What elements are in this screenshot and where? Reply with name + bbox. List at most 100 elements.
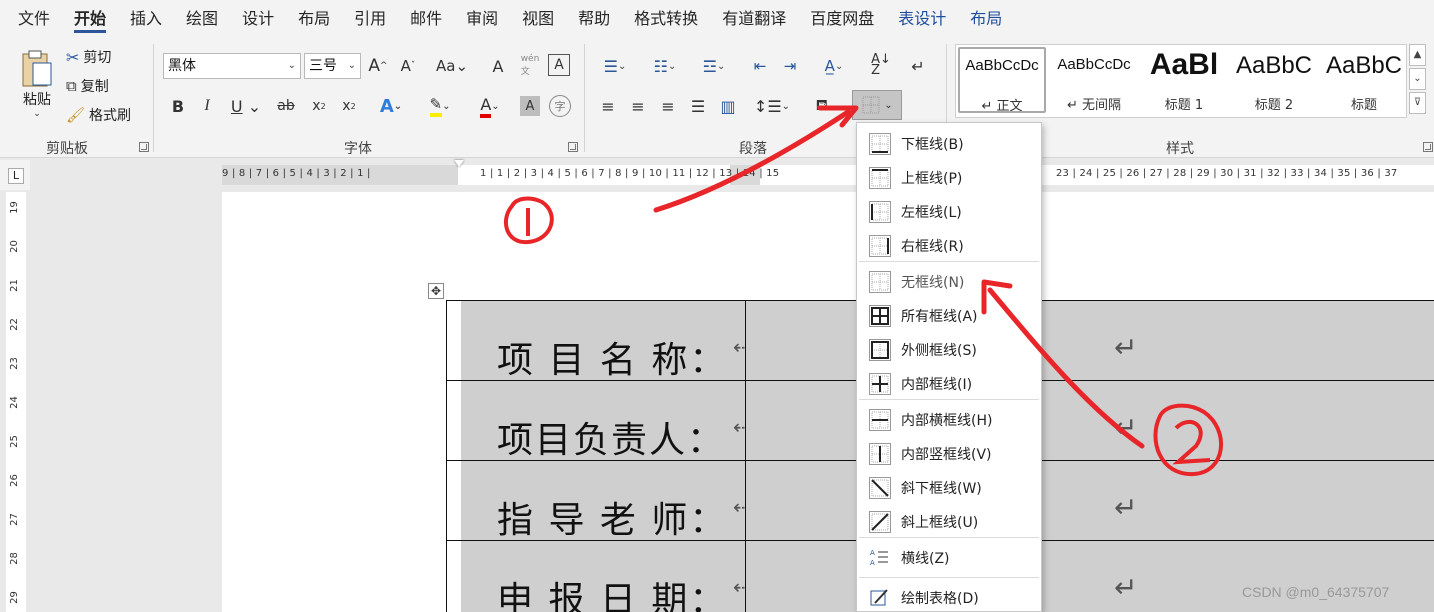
styles-scroll-up[interactable]: ▲ (1409, 44, 1426, 66)
value-cell[interactable]: ↵ (746, 541, 1434, 612)
character-border-button[interactable]: A (548, 54, 570, 76)
strikethrough-button[interactable]: ab (274, 94, 298, 118)
font-name-combo[interactable]: 黑体 ⌄ (163, 53, 301, 79)
highlight-button[interactable]: ✎ ⌄ (420, 94, 460, 118)
style-heading-2[interactable]: AaBbC 标题 2 (1230, 48, 1318, 114)
label-cell[interactable]: 项 目 名 称： ⇠ (446, 301, 750, 381)
align-right-button[interactable]: ≡ (656, 94, 680, 118)
tab-2[interactable]: 插入 (118, 0, 174, 38)
tab-6[interactable]: 引用 (342, 0, 398, 38)
align-left-button[interactable]: ≡ (596, 94, 620, 118)
value-cell[interactable]: ↵ (746, 301, 1434, 381)
styles-launcher[interactable] (1423, 142, 1433, 152)
font-launcher[interactable] (568, 142, 578, 152)
tab-11[interactable]: 格式转换 (622, 0, 710, 38)
tab-9[interactable]: 视图 (510, 0, 566, 38)
table-move-handle[interactable]: ✥ (428, 283, 444, 299)
increase-indent-button[interactable]: ⇥ (778, 54, 802, 78)
tab-8[interactable]: 审阅 (454, 0, 510, 38)
superscript-button[interactable]: x2 (338, 94, 360, 118)
bold-button[interactable]: B (168, 94, 188, 118)
style-no-spacing[interactable]: AaBbCcDc ↵ 无间隔 (1050, 48, 1138, 114)
value-cell[interactable]: ↵ (746, 461, 1434, 541)
sort-button[interactable]: A↓ Z (868, 52, 894, 78)
border-menu-item[interactable]: 无框线(N) (857, 265, 1041, 297)
bullets-button[interactable]: ☰ ⌄ (594, 54, 636, 78)
label-cell[interactable]: 申 报 日 期： ⇠ (446, 541, 750, 612)
tab-4[interactable]: 设计 (230, 0, 286, 38)
tab-7[interactable]: 邮件 (398, 0, 454, 38)
shading-button[interactable]: ⛾ ⌄ (806, 94, 846, 118)
value-cell[interactable]: ↵ (746, 381, 1434, 461)
label-cell[interactable]: 项目负责人： ⇠ (446, 381, 750, 461)
horizontal-ruler[interactable]: 9 | 8 | 7 | 6 | 5 | 4 | 3 | 2 | 1 | 1 | … (222, 165, 1434, 185)
word-window: 文件 开始 插入 绘图 设计 布局 引用 邮件 审阅 视图 帮助 格式转换 有道翻译 百度网盘 表设计 布局 … (0, 0, 1434, 612)
border-menu-label: 所有框线(A) (901, 309, 978, 325)
decrease-indent-button[interactable]: ⇤ (748, 54, 772, 78)
border-menu-item[interactable]: 内部横框线(H) (857, 403, 1041, 435)
clear-formatting-button[interactable]: A (486, 54, 510, 78)
format-painter-button[interactable]: 🖌 格式刷 (66, 104, 131, 126)
paste-button[interactable]: 粘贴 ⌄ (14, 44, 60, 124)
cut-button[interactable]: ✂ 剪切 (66, 46, 111, 68)
numbering-button[interactable]: ☷ ⌄ (644, 54, 686, 78)
tab-1[interactable]: 开始 (62, 0, 118, 38)
tab-0[interactable]: 文件 (6, 0, 62, 38)
indent-marker[interactable] (454, 160, 464, 167)
align-center-button[interactable]: ≡ (626, 94, 650, 118)
ruler-number: 23 (8, 357, 20, 370)
phonetic-guide-button[interactable]: wén 文 (518, 52, 542, 78)
enclose-characters-button[interactable]: 字 (549, 95, 571, 117)
tab-14[interactable]: 表设计 (886, 0, 958, 38)
multilevel-list-button[interactable]: ☲ ⌄ (694, 54, 734, 78)
border-menu-item[interactable]: 斜下框线(W) (857, 471, 1041, 503)
styles-scroll-down[interactable]: ⌄ (1409, 68, 1426, 90)
font-color-button[interactable]: A ⌄ (470, 94, 510, 118)
distributed-button[interactable]: ▥ (716, 94, 740, 118)
clipboard-launcher[interactable] (139, 142, 149, 152)
styles-more-button[interactable]: ⊽ (1409, 92, 1426, 114)
grow-font-button[interactable]: A ^ (366, 54, 390, 78)
change-case-button[interactable]: Aa⌄ (432, 54, 472, 78)
label-cell[interactable]: 指 导 老 师： ⇠ (446, 461, 750, 541)
tab-13[interactable]: 百度网盘 (798, 0, 886, 38)
border-menu-item[interactable]: A A 横线(Z) (857, 541, 1041, 573)
border-menu-item[interactable]: 所有框线(A) (857, 299, 1041, 331)
tab-selector[interactable]: L (8, 168, 24, 184)
tab-15[interactable]: 布局 (958, 0, 1014, 38)
font-size-combo[interactable]: 三号 ⌄ (304, 53, 361, 79)
border-menu-item[interactable]: 下框线(B) (857, 127, 1041, 159)
style-sample: AaBbCcDc (1057, 56, 1131, 73)
style-normal[interactable]: AaBbCcDc ↵ 正文 (958, 47, 1046, 113)
underline-button[interactable]: U ⌄ (226, 94, 266, 118)
italic-button[interactable]: I (197, 94, 217, 118)
border-menu-item[interactable]: 右框线(R) (857, 229, 1041, 261)
tab-5[interactable]: 布局 (286, 0, 342, 38)
line-spacing-button[interactable]: ↕☰ ⌄ (752, 94, 792, 118)
shrink-font-button[interactable]: Aˇ (396, 54, 420, 78)
style-heading-1[interactable]: AaBl 标题 1 (1140, 48, 1228, 114)
subscript-button[interactable]: x2 (308, 94, 330, 118)
border-menu-item[interactable]: 内部框线(I) (857, 367, 1041, 399)
border-menu-item[interactable]: 上框线(P) (857, 161, 1041, 193)
justify-button[interactable]: ☰ (686, 94, 710, 118)
border-menu-item[interactable]: 内部竖框线(V) (857, 437, 1041, 469)
show-marks-button[interactable]: ↵ (904, 54, 932, 78)
chinese-layout-button[interactable]: A̲ ⌄ (814, 54, 854, 78)
border-menu-item[interactable]: 斜上框线(U) (857, 505, 1041, 537)
tab-10[interactable]: 帮助 (566, 0, 622, 38)
character-shading-button[interactable]: A (520, 96, 540, 116)
borders-button[interactable]: ⌄ (852, 90, 902, 120)
tab-12[interactable]: 有道翻译 (710, 0, 798, 38)
vertical-ruler[interactable]: 19 20 21 22 23 24 25 26 27 28 29 (6, 192, 26, 612)
ruler-number: 19 (8, 201, 20, 214)
border-menu-item[interactable]: 绘制表格(D) (857, 581, 1041, 612)
border-menu-item[interactable]: 外侧框线(S) (857, 333, 1041, 365)
tab-3[interactable]: 绘图 (174, 0, 230, 38)
copy-button[interactable]: ⧉ 复制 (66, 75, 109, 97)
text-effects-button[interactable]: A ⌄ (372, 94, 410, 118)
border-menu-item[interactable]: 左框线(L) (857, 195, 1041, 227)
paste-chevron-icon[interactable]: ⌄ (33, 109, 41, 119)
style-title[interactable]: AaBbC 标题 (1320, 48, 1408, 114)
chevron-down-icon: ⌄ (347, 60, 356, 71)
